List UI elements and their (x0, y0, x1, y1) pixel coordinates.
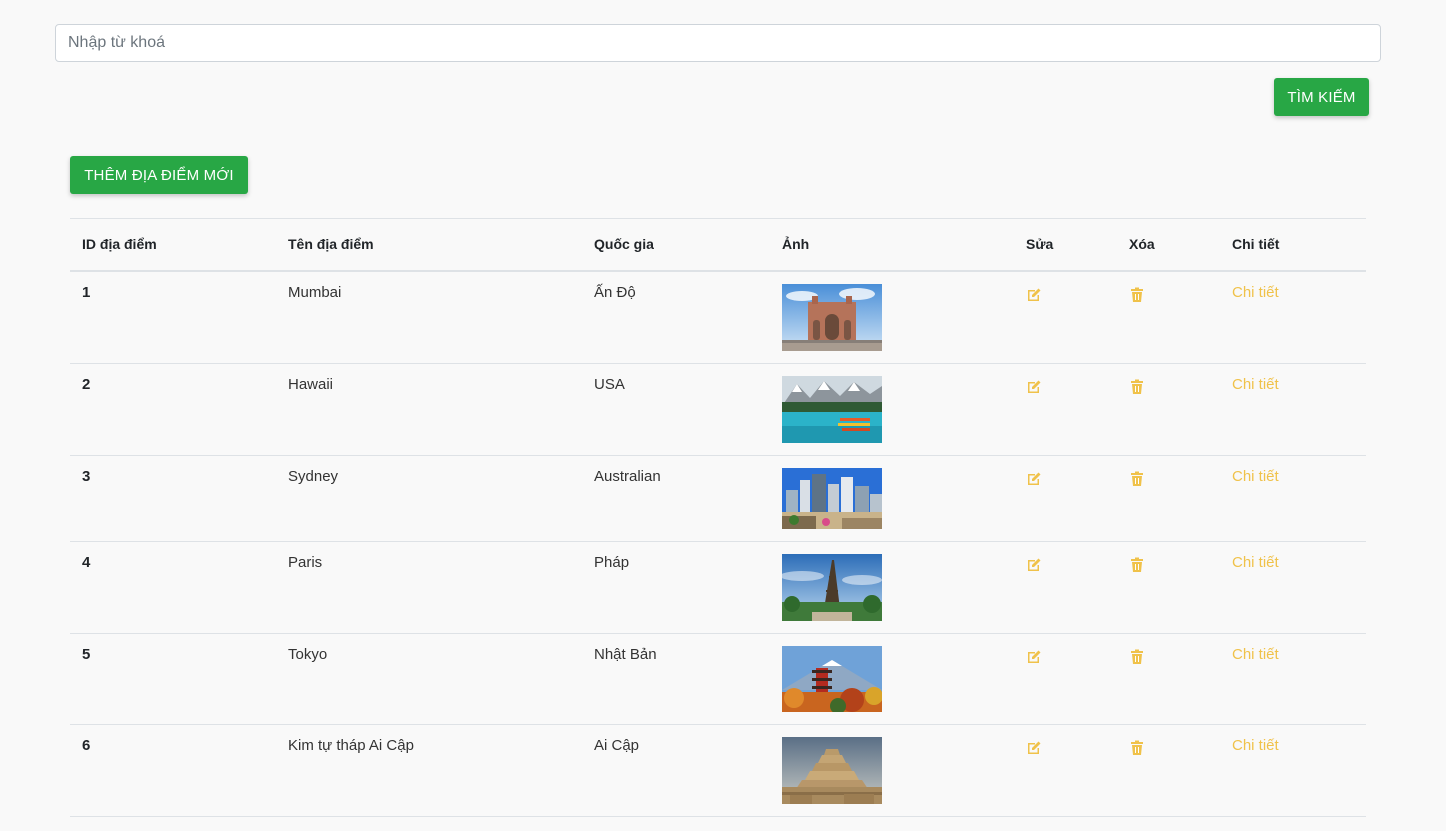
header-name: Tên địa điểm (288, 236, 374, 253)
row-country: Ấn Độ (594, 283, 636, 301)
row-image (770, 633, 1014, 724)
row-image (770, 541, 1014, 633)
detail-link[interactable]: Chi tiết (1232, 284, 1279, 301)
row-id: 2 (82, 375, 91, 393)
row-detail: Chi tiết (1220, 271, 1366, 364)
mountain-lake-canoes-photo (782, 375, 882, 443)
row-delete (1117, 541, 1220, 633)
row-delete (1117, 363, 1220, 455)
row-detail: Chi tiết (1220, 363, 1366, 455)
step-pyramid-photo (782, 736, 882, 804)
detail-link[interactable]: Chi tiết (1232, 646, 1279, 663)
edit-icon[interactable] (1026, 379, 1042, 395)
row-name: Mumbai (288, 283, 342, 301)
edit-icon[interactable] (1026, 649, 1042, 665)
header-country: Quốc gia (594, 236, 654, 253)
add-location-button[interactable]: THÊM ĐỊA ĐIỂM MỚI (70, 156, 248, 194)
trash-icon[interactable] (1129, 649, 1145, 665)
table-row: 4 Paris Pháp Chi tiết (70, 541, 1366, 633)
row-edit (1014, 271, 1117, 364)
table-row: 6 Kim tự tháp Ai Cập Ai Cập Chi tiết (70, 724, 1366, 816)
row-image (770, 271, 1014, 364)
table-row: 1 Mumbai Ấn Độ Chi tiết (70, 271, 1366, 364)
row-detail: Chi tiết (1220, 541, 1366, 633)
row-edit (1014, 363, 1117, 455)
row-delete (1117, 724, 1220, 816)
row-id: 4 (82, 553, 91, 571)
row-country: Nhật Bản (594, 645, 657, 663)
locations-table: ID địa điểm Tên địa điểm Quốc gia Ảnh Sử… (70, 218, 1366, 817)
search-button[interactable]: TÌM KIẾM (1274, 78, 1369, 116)
row-detail: Chi tiết (1220, 455, 1366, 541)
detail-link[interactable]: Chi tiết (1232, 376, 1279, 393)
pagoda-mount-fuji-photo (782, 645, 882, 712)
row-name: Paris (288, 553, 323, 571)
header-image: Ảnh (782, 236, 810, 253)
row-edit (1014, 541, 1117, 633)
row-edit (1014, 455, 1117, 541)
detail-link[interactable]: Chi tiết (1232, 737, 1279, 754)
row-image (770, 724, 1014, 816)
row-image (770, 455, 1014, 541)
edit-icon[interactable] (1026, 557, 1042, 573)
gateway-of-india-photo (782, 283, 882, 351)
search-input[interactable] (55, 24, 1381, 62)
row-delete (1117, 455, 1220, 541)
city-skyline-photo (782, 467, 882, 529)
edit-icon[interactable] (1026, 471, 1042, 487)
row-country: USA (594, 375, 625, 393)
edit-icon[interactable] (1026, 287, 1042, 303)
trash-icon[interactable] (1129, 740, 1145, 756)
header-detail: Chi tiết (1232, 236, 1280, 253)
header-delete: Xóa (1129, 236, 1155, 253)
trash-icon[interactable] (1129, 287, 1145, 303)
header-edit: Sửa (1026, 236, 1054, 253)
detail-link[interactable]: Chi tiết (1232, 468, 1279, 485)
detail-link[interactable]: Chi tiết (1232, 554, 1279, 571)
edit-icon[interactable] (1026, 740, 1042, 756)
row-detail: Chi tiết (1220, 724, 1366, 816)
header-id: ID địa điểm (82, 236, 157, 253)
table-header-row: ID địa điểm Tên địa điểm Quốc gia Ảnh Sử… (70, 218, 1366, 271)
row-name: Sydney (288, 467, 339, 485)
row-delete (1117, 271, 1220, 364)
trash-icon[interactable] (1129, 379, 1145, 395)
row-id: 3 (82, 467, 91, 485)
row-country: Australian (594, 467, 661, 485)
row-country: Ai Cập (594, 736, 640, 754)
row-detail: Chi tiết (1220, 633, 1366, 724)
row-id: 1 (82, 283, 91, 301)
row-name: Tokyo (288, 645, 328, 663)
row-country: Pháp (594, 553, 630, 571)
trash-icon[interactable] (1129, 471, 1145, 487)
trash-icon[interactable] (1129, 557, 1145, 573)
eiffel-tower-photo (782, 553, 882, 621)
row-name: Hawaii (288, 375, 334, 393)
row-id: 5 (82, 645, 91, 663)
row-name: Kim tự tháp Ai Cập (288, 736, 414, 754)
row-delete (1117, 633, 1220, 724)
table-row: 2 Hawaii USA Chi tiết (70, 363, 1366, 455)
row-id: 6 (82, 736, 91, 754)
row-image (770, 363, 1014, 455)
table-row: 5 Tokyo Nhật Bản Chi tiết (70, 633, 1366, 724)
row-edit (1014, 633, 1117, 724)
table-row: 3 Sydney Australian Chi tiết (70, 455, 1366, 541)
row-edit (1014, 724, 1117, 816)
